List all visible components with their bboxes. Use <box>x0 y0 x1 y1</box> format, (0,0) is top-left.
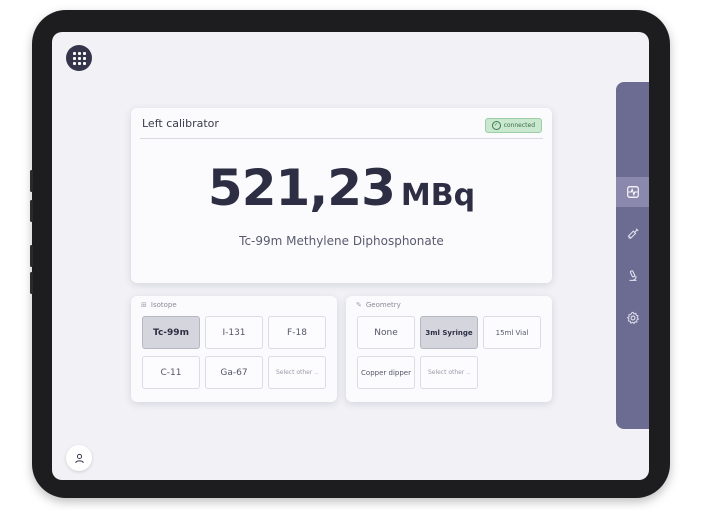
geometry-heading: Geometry <box>365 301 401 309</box>
right-sidebar <box>616 82 649 429</box>
geometry-header: ✎ Geometry <box>356 301 401 309</box>
atom-icon: ⊞ <box>141 301 147 309</box>
geometry-panel: ✎ Geometry None 3ml Syringe 15ml Vial Co… <box>346 296 552 402</box>
geometry-select-other[interactable]: Select other .. <box>420 356 478 389</box>
substance-label: Tc-99m Methylene Diphosphonate <box>239 234 444 248</box>
mute-switch <box>30 245 33 267</box>
geometry-option-copper-dipper[interactable]: Copper dipper <box>357 356 415 389</box>
calibrator-title: Left calibrator <box>142 117 219 130</box>
connection-status-badge: ✓ connected <box>484 118 542 133</box>
user-icon <box>74 453 84 463</box>
isotope-option-f18[interactable]: F-18 <box>268 316 326 349</box>
volume-up-button <box>30 170 33 192</box>
gear-icon <box>626 311 639 325</box>
microscope-icon <box>629 270 636 281</box>
grid-icon <box>72 51 86 65</box>
geometry-option-3ml-syringe[interactable]: 3ml Syringe <box>420 316 478 349</box>
check-circle-icon: ✓ <box>491 121 501 130</box>
sidebar-item-microscope[interactable] <box>616 261 649 291</box>
activity-unit: MBq <box>400 178 476 213</box>
isotope-select-other[interactable]: Select other .. <box>268 356 326 389</box>
sidebar-item-settings[interactable] <box>616 303 649 333</box>
syringe-icon <box>627 228 639 240</box>
isotope-option-c11[interactable]: C-11 <box>142 356 200 389</box>
geometry-option-15ml-vial[interactable]: 15ml Vial <box>483 316 541 349</box>
pencil-icon: ✎ <box>356 301 362 309</box>
isotope-option-ga67[interactable]: Ga-67 <box>205 356 263 389</box>
isotope-heading: Isotope <box>150 301 177 309</box>
isotope-header: ⊞ Isotope <box>141 301 177 309</box>
activity-icon <box>626 186 639 198</box>
geometry-option-none[interactable]: None <box>357 316 415 349</box>
volume-down-button <box>30 200 33 222</box>
activity-reading: 521,23 MBq <box>131 160 552 216</box>
apps-menu-button[interactable] <box>66 45 92 71</box>
geometry-empty-slot <box>483 356 541 389</box>
isotope-option-tc99m[interactable]: Tc-99m <box>142 316 200 349</box>
activity-value: 521,23 <box>207 159 396 217</box>
sidebar-item-syringe[interactable] <box>616 219 649 249</box>
isotope-panel: ⊞ Isotope Tc-99m I-131 F-18 C-11 Ga-67 S… <box>131 296 337 402</box>
user-profile-button[interactable] <box>66 445 92 471</box>
side-key <box>30 272 33 294</box>
isotope-option-i131[interactable]: I-131 <box>205 316 263 349</box>
card-divider <box>140 138 543 139</box>
calibrator-card: Left calibrator ✓ connected 521,23 MBq T… <box>131 108 552 283</box>
sidebar-item-activity[interactable] <box>616 177 649 207</box>
app-screen: Left calibrator ✓ connected 521,23 MBq T… <box>52 32 649 480</box>
connection-status-text: connected <box>503 122 535 129</box>
